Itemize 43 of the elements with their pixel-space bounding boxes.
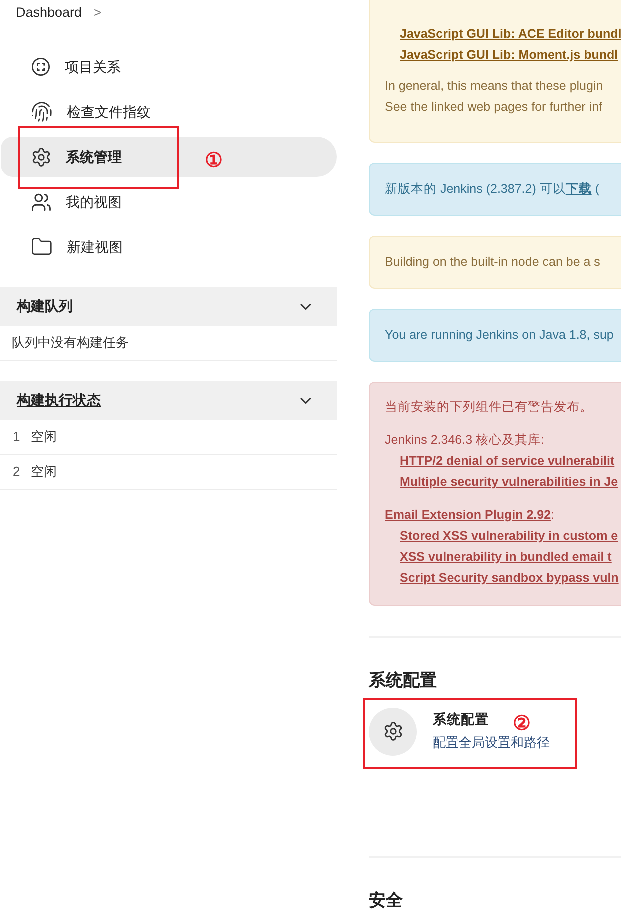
tile-description: 配置全局设置和路径 (433, 734, 550, 752)
section-title: 系统配置 (369, 671, 437, 690)
fingerprint-icon (31, 101, 53, 123)
breadcrumb-separator: > (94, 4, 102, 22)
plugin-link[interactable]: Email Extension Plugin 2.92 (385, 508, 552, 522)
component-name: Jenkins 2.346.3 核心及其库: (385, 433, 545, 447)
annotation-number: ② (513, 714, 531, 734)
download-link[interactable]: 下载 (566, 182, 592, 196)
executor-number: 1 (13, 428, 22, 446)
settings-icon (31, 146, 52, 168)
warning-title: 当前安装的下列组件已有警告发布。 (385, 400, 593, 414)
plugin-link[interactable]: JavaScript GUI Lib: ACE Editor bundl (400, 27, 621, 41)
notice-text: In general, this means that these plugin (385, 79, 604, 93)
annotation-number: ① (205, 151, 223, 171)
settings-icon (382, 721, 404, 742)
queue-message: 队列中没有构建任务 (12, 334, 129, 352)
colon-text: : (551, 508, 555, 522)
update-text: 新版本的 Jenkins (2.387.2) 可以下载 ( (385, 181, 600, 198)
vulnerability-link[interactable]: Multiple security vulnerabilities in Je (400, 475, 618, 489)
sidebar-item[interactable]: 新建视图 (1, 227, 337, 267)
executor-status: 空闲 (31, 463, 57, 482)
notice-text: See the linked web pages for further inf (385, 100, 602, 114)
plugin-link[interactable]: JavaScript GUI Lib: Moment.js bundl (400, 48, 618, 62)
folder-icon (31, 236, 53, 258)
breadcrumb-link[interactable]: Dashboard (16, 2, 82, 24)
vulnerability-link[interactable]: Stored XSS vulnerability in custom e (400, 529, 618, 543)
panel-title[interactable]: 构建执行状态 (17, 390, 101, 411)
sidebar-item[interactable]: 项目关系 (1, 47, 337, 87)
panel-title: 构建队列 (17, 297, 73, 316)
section-title: 安全 (369, 890, 403, 910)
vulnerability-link[interactable]: Script Security sandbox bypass vuln (400, 571, 619, 585)
notice-text: Building on the built-in node can be a s (385, 254, 600, 272)
tile-icon-background[interactable] (369, 708, 417, 756)
executor-status: 空闲 (31, 428, 57, 446)
scan-circle-icon (31, 57, 51, 77)
sidebar-item[interactable]: 我的视图 (1, 182, 337, 222)
vulnerability-link[interactable]: XSS vulnerability in bundled email t (400, 550, 612, 564)
notice-text: You are running Jenkins on Java 1.8, sup (385, 327, 614, 344)
users-icon (31, 192, 52, 212)
vulnerability-link[interactable]: HTTP/2 denial of service vulnerabilit (400, 454, 615, 468)
executor-number: 2 (13, 463, 22, 482)
tile-title[interactable]: 系统配置 (433, 710, 489, 730)
sidebar-item[interactable]: 检查文件指纹 (1, 92, 337, 132)
